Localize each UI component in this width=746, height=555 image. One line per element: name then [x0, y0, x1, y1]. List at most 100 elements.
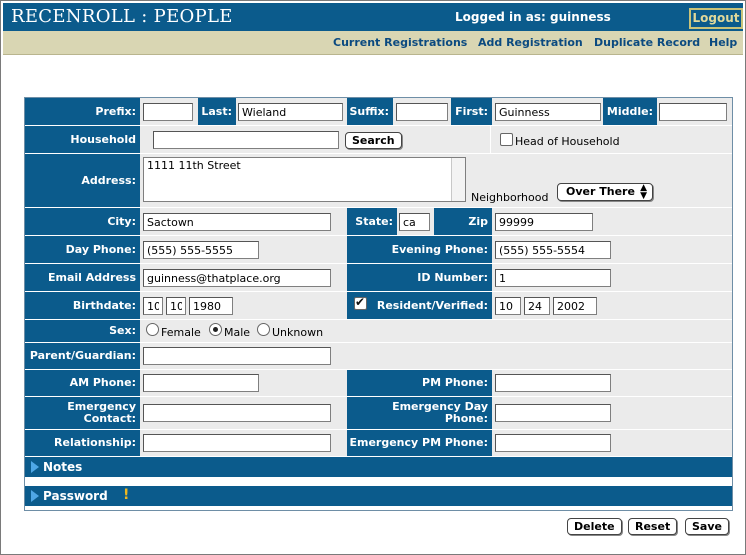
sex-male-radio[interactable] — [209, 323, 222, 336]
birth-day-field[interactable] — [166, 297, 186, 315]
search-button[interactable]: Search — [345, 132, 402, 149]
last-name-field[interactable] — [238, 103, 343, 121]
sex-unknown-radio[interactable] — [257, 323, 270, 336]
email-field[interactable] — [143, 269, 331, 287]
birth-month-field[interactable] — [143, 297, 163, 315]
app-window: RECENROLL : PEOPLE Logged in as: guinnes… — [0, 0, 746, 555]
emergency-contact-row: Emergency Contact: Emergency Day Phone: — [25, 397, 732, 429]
resident-month-field[interactable] — [495, 297, 521, 315]
email-label: Email Address — [25, 264, 140, 291]
nav-help[interactable]: Help — [709, 36, 737, 49]
parent-guardian-field[interactable] — [143, 347, 331, 365]
zip-label: Zip — [434, 208, 492, 235]
state-field[interactable] — [399, 213, 430, 231]
neighborhood-select[interactable]: Over There ▲ ▼ — [557, 183, 653, 201]
save-button[interactable]: Save — [685, 518, 729, 535]
nav-bar: Current Registrations Add Registration D… — [3, 31, 743, 55]
id-number-label: ID Number: — [347, 264, 492, 291]
household-row: Household Search Head of Household — [25, 126, 732, 153]
sex-label: Sex: — [25, 320, 140, 342]
emergency-day-phone-label: Emergency Day Phone: — [347, 397, 492, 429]
logout-button[interactable]: Logout — [689, 8, 743, 29]
neighborhood-value: Over There — [566, 185, 635, 198]
emergency-contact-field[interactable] — [143, 404, 331, 422]
nav-current-registrations[interactable]: Current Registrations — [333, 36, 467, 49]
resident-verified-checkbox[interactable] — [354, 295, 367, 310]
emergency-pm-phone-field[interactable] — [495, 434, 611, 452]
person-form: Prefix: Last: Suffix: First: Middle: Hou… — [24, 97, 733, 511]
household-label: Household — [25, 126, 140, 153]
day-phone-field[interactable] — [143, 241, 259, 259]
state-label: State: — [347, 208, 397, 235]
first-name-field[interactable] — [495, 103, 601, 121]
am-phone-label: AM Phone: — [25, 370, 140, 396]
delete-button[interactable]: Delete — [567, 518, 622, 535]
last-label: Last: — [198, 98, 236, 125]
parent-guardian-row: Parent/Guardian: — [25, 343, 732, 369]
resident-year-field[interactable] — [553, 297, 597, 315]
sex-female-radio[interactable] — [146, 323, 159, 336]
prefix-field[interactable] — [143, 103, 193, 121]
sex-female-label: Female — [161, 326, 201, 339]
resident-verified-label: Resident/Verified: — [347, 292, 492, 319]
logged-in-status: Logged in as: guinness — [455, 10, 611, 24]
evening-phone-field[interactable] — [495, 241, 611, 259]
pm-phone-label: PM Phone: — [347, 370, 492, 396]
password-section-toggle[interactable]: Password ! — [25, 486, 732, 506]
app-title: RECENROLL : PEOPLE — [11, 6, 233, 27]
head-of-household-label: Head of Household — [515, 135, 620, 148]
name-row: Prefix: Last: Suffix: First: Middle: — [25, 98, 732, 125]
select-arrows-icon: ▲ ▼ — [640, 183, 647, 201]
birthdate-label: Birthdate: — [25, 292, 140, 319]
nav-duplicate-record[interactable]: Duplicate Record — [594, 36, 700, 49]
notes-section-toggle[interactable]: Notes — [25, 457, 732, 477]
address-label: Address: — [25, 154, 140, 207]
relationship-row: Relationship: Emergency PM Phone: — [25, 430, 732, 456]
sex-male-label: Male — [224, 326, 251, 339]
pm-phone-field[interactable] — [495, 374, 611, 392]
sex-row: Sex: Female Male Unknown — [25, 320, 732, 342]
notes-label: Notes — [43, 460, 83, 474]
emergency-contact-label: Emergency Contact: — [25, 397, 140, 429]
address-scrollbar[interactable] — [451, 158, 465, 201]
city-field[interactable] — [143, 213, 331, 231]
top-bar: RECENROLL : PEOPLE Logged in as: guinnes… — [3, 3, 743, 31]
suffix-field[interactable] — [396, 103, 448, 121]
resident-day-field[interactable] — [524, 297, 550, 315]
warning-icon: ! — [123, 487, 130, 503]
reset-button[interactable]: Reset — [628, 518, 678, 535]
id-number-field[interactable] — [495, 269, 611, 287]
phone-row: Day Phone: Evening Phone: — [25, 236, 732, 263]
first-label: First: — [451, 98, 492, 125]
email-row: Email Address ID Number: — [25, 264, 732, 291]
birthdate-row: Birthdate: Resident/Verified: — [25, 292, 732, 319]
neighborhood-label: Neighborhood — [471, 191, 549, 204]
address-row: Address: 1111 11th Street Neighborhood O… — [25, 154, 732, 207]
prefix-label: Prefix: — [25, 98, 140, 125]
middle-label: Middle: — [603, 98, 657, 125]
middle-name-field[interactable] — [659, 103, 727, 121]
household-field[interactable] — [153, 131, 339, 149]
emergency-day-phone-field[interactable] — [495, 404, 611, 422]
parent-guardian-label: Parent/Guardian: — [25, 343, 140, 369]
am-phone-field[interactable] — [143, 374, 259, 392]
resident-verified-text: Resident/Verified: — [376, 298, 488, 312]
expand-triangle-icon — [31, 490, 39, 502]
sex-unknown-label: Unknown — [272, 326, 324, 339]
birth-year-field[interactable] — [189, 297, 233, 315]
zip-field[interactable] — [495, 213, 593, 231]
nav-add-registration[interactable]: Add Registration — [478, 36, 583, 49]
emergency-pm-phone-label: Emergency PM Phone: — [347, 430, 492, 456]
city-label: City: — [25, 208, 140, 235]
relationship-label: Relationship: — [25, 430, 140, 456]
evening-phone-label: Evening Phone: — [347, 236, 492, 263]
head-of-household-checkbox[interactable] — [500, 133, 513, 146]
day-phone-label: Day Phone: — [25, 236, 140, 263]
city-row: City: State: Zip — [25, 208, 732, 235]
password-label: Password — [43, 489, 108, 503]
address-textarea[interactable]: 1111 11th Street — [143, 157, 466, 202]
relationship-field[interactable] — [143, 434, 331, 452]
am-pm-phone-row: AM Phone: PM Phone: — [25, 370, 732, 396]
suffix-label: Suffix: — [347, 98, 393, 125]
expand-triangle-icon — [31, 461, 39, 473]
